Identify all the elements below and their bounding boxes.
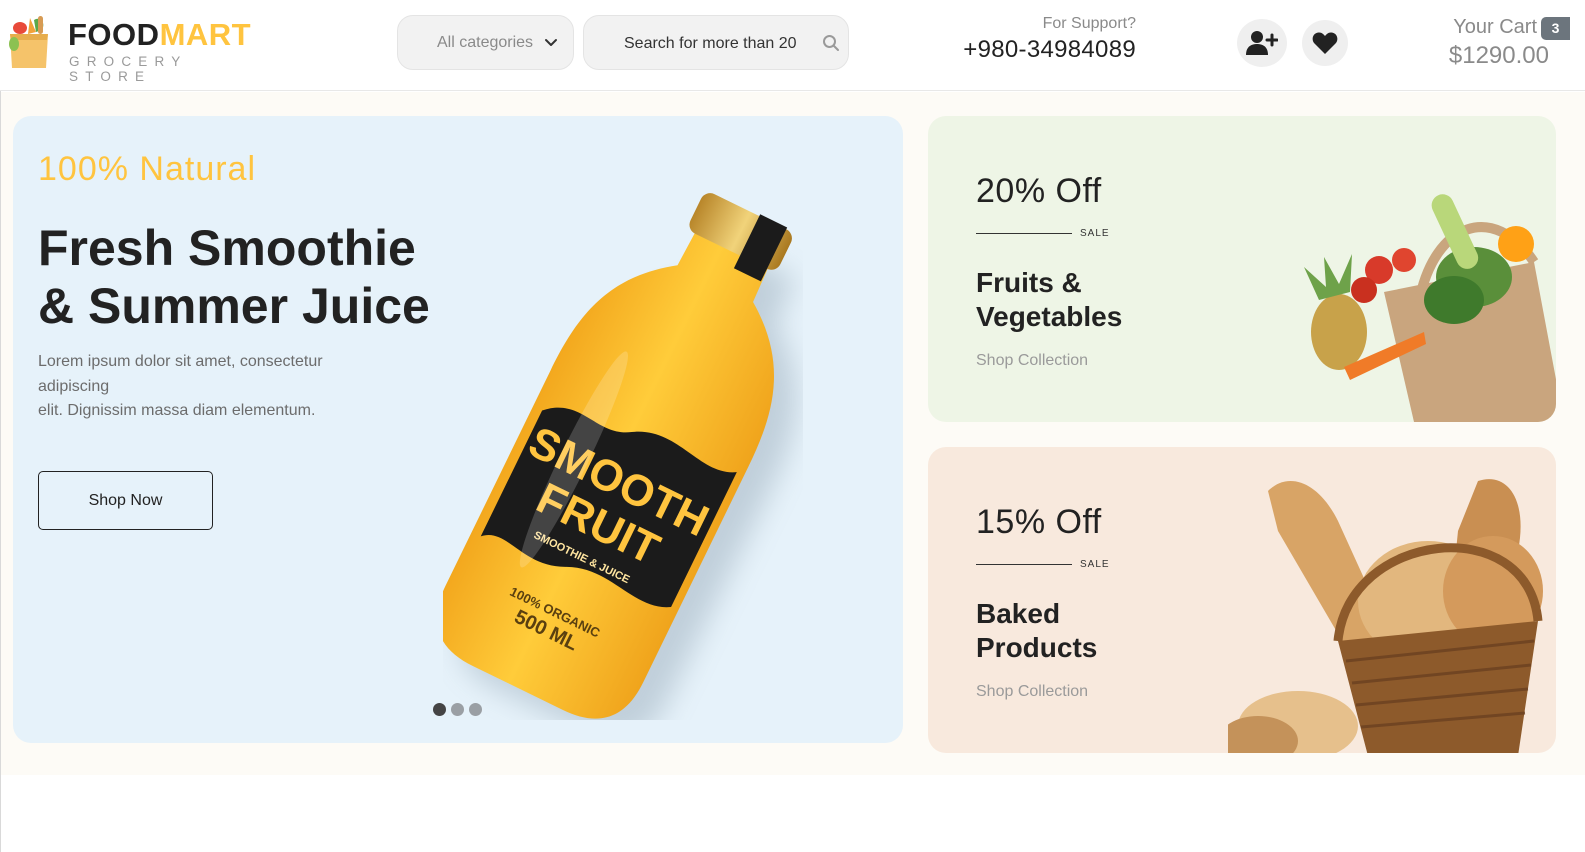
search-input[interactable] (624, 33, 796, 55)
search-icon[interactable] (822, 34, 840, 52)
carousel-dot[interactable] (469, 703, 482, 716)
support-phone[interactable]: +980-34984089 (940, 34, 1136, 66)
hero-description: Lorem ipsum dolor sit amet, consectetur … (38, 353, 323, 419)
promo-card-bakery[interactable]: 15% Off SALE Baked Products Shop Collecti… (928, 447, 1556, 753)
promo-discount: 20% Off (976, 172, 1102, 210)
shop-now-button[interactable]: Shop Now (38, 471, 213, 530)
promo-title: Baked Products (976, 598, 1098, 663)
category-select-value: All categories (437, 33, 534, 51)
cart-total: $1290.00 (1448, 42, 1549, 69)
hero-eyebrow: 100% Natural (38, 150, 257, 188)
cart-count-badge: 3 (1541, 17, 1570, 40)
search-bar (583, 15, 849, 70)
cart-summary[interactable]: Your Cart $1290.00 3 (1420, 14, 1570, 72)
carousel-pagination (433, 703, 482, 716)
shop-collection-link[interactable]: Shop Collection (976, 352, 1088, 370)
support-info: For Support? +980-34984089 (940, 14, 1136, 66)
juice-bottle-image: SMOOTH FRUIT SMOOTHIE & JUICE 100% ORGAN… (443, 193, 797, 720)
wishlist-button[interactable] (1302, 20, 1348, 66)
shop-collection-link[interactable]: Shop Collection (976, 683, 1088, 701)
brand-logo[interactable]: FOODMART GROCERY STORE (6, 14, 256, 84)
heart-icon (1312, 32, 1338, 54)
category-select[interactable]: All categories (397, 15, 574, 70)
hero-title: Fresh Smoothie & Summer Juice (38, 220, 430, 334)
promo-card-fruits[interactable]: 20% Off SALE Fruits & Vegetables Shop Col… (928, 116, 1556, 422)
support-label: For Support? (1042, 15, 1136, 32)
account-button[interactable] (1237, 19, 1287, 67)
brand-tagline: GROCERY STORE (69, 54, 188, 84)
carousel-dot[interactable] (451, 703, 464, 716)
carousel-dot[interactable] (433, 703, 446, 716)
promo-sale-tag: SALE (976, 228, 1110, 239)
site-header: FOODMART GROCERY STORE All categories Fo… (0, 0, 1585, 91)
hero-carousel: 100% Natural Fresh Smoothie & Summer Jui… (13, 116, 903, 743)
grocery-bag-icon (9, 16, 48, 68)
user-plus-icon (1246, 31, 1278, 55)
promo-sale-tag: SALE (976, 559, 1110, 570)
promo-title: Fruits & Vegetables (976, 267, 1123, 332)
chevron-down-icon (545, 39, 557, 46)
promo-discount: 15% Off (976, 503, 1102, 541)
bread-basket-image (1228, 479, 1543, 753)
brand-name: FOODMART (68, 17, 252, 52)
vegetable-bag-image (1304, 194, 1556, 422)
